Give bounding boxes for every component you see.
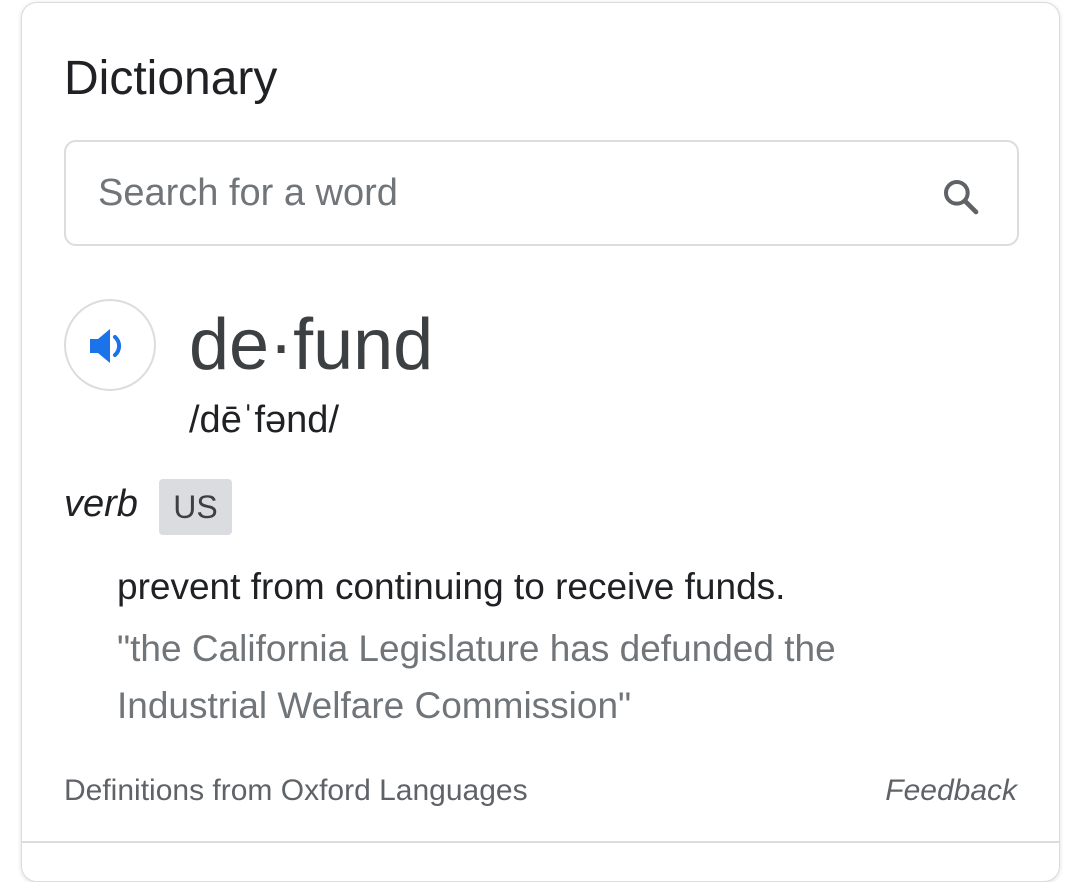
headword: de·fund <box>189 305 434 385</box>
dictionary-card: Dictionary de·fund /dēˈfənd/ verb US pre… <box>21 2 1060 882</box>
card-title: Dictionary <box>64 52 278 105</box>
search-icon[interactable] <box>941 177 981 217</box>
definition-text: prevent from continuing to receive funds… <box>117 566 786 607</box>
pronunciation-button[interactable] <box>64 299 156 391</box>
divider <box>22 841 1059 843</box>
feedback-link[interactable]: Feedback <box>885 771 1017 811</box>
volume-icon <box>90 329 122 363</box>
phonetic-spelling: /dēˈfənd/ <box>189 399 339 441</box>
example-sentence: "the California Legislature has defunded… <box>117 628 836 726</box>
region-badge: US <box>159 479 232 535</box>
search-input[interactable] <box>98 166 898 220</box>
search-box[interactable] <box>64 140 1019 246</box>
part-of-speech: verb <box>64 483 138 525</box>
source-attribution[interactable]: Definitions from Oxford Languages <box>64 771 528 811</box>
